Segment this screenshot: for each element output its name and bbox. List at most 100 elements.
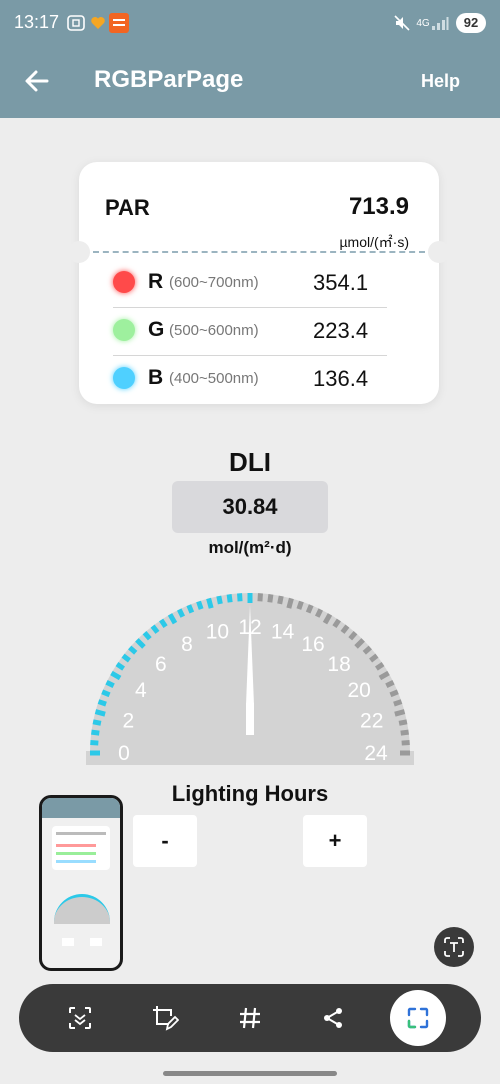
thumb-line xyxy=(56,832,106,835)
gauge-tick xyxy=(94,709,106,717)
gauge-tick-label: 16 xyxy=(301,633,324,656)
heart-status-icon xyxy=(89,13,107,33)
page-title: RGBParPage xyxy=(94,66,244,93)
par-unit: µmol/(㎡·s) xyxy=(339,234,409,250)
screenshot-thumbnail[interactable] xyxy=(39,795,123,971)
gauge-tick xyxy=(105,679,115,689)
gauge-tick xyxy=(277,595,284,605)
increment-button[interactable]: + xyxy=(303,815,367,867)
gauge-tick xyxy=(394,709,406,717)
text-scan-button[interactable] xyxy=(434,927,474,967)
gauge-tick-label: 18 xyxy=(327,653,350,676)
gauge-tick xyxy=(97,699,107,707)
dli-title: DLI xyxy=(229,447,271,477)
gauge-tick xyxy=(314,608,324,618)
card-notch-left xyxy=(68,241,90,263)
gauge-tick xyxy=(237,593,243,602)
help-button[interactable]: Help xyxy=(421,71,460,92)
channel-row-r: R (600~700nm) 354.1 xyxy=(113,260,387,308)
gauge-tick-label: 20 xyxy=(347,679,370,702)
gauge-tick xyxy=(296,600,304,610)
gauge-tick-label: 8 xyxy=(181,633,193,656)
app-bar: RGBParPage Help xyxy=(0,46,500,118)
par-value: 713.9 xyxy=(348,193,409,220)
gauge-tick xyxy=(101,689,111,698)
gauge-tick xyxy=(400,729,409,736)
hash-icon[interactable] xyxy=(230,998,270,1038)
gauge-tick xyxy=(393,699,403,707)
channel-range: (600~700nm) xyxy=(169,274,259,291)
channel-range: (400~500nm) xyxy=(169,370,259,387)
battery-indicator: 92 xyxy=(456,13,486,33)
gauge-tick xyxy=(257,593,263,602)
gauge-tick-label: 0 xyxy=(118,742,130,765)
gauge-tick-label: 6 xyxy=(155,653,167,676)
edit-crop-icon[interactable] xyxy=(145,998,185,1038)
thumb-line xyxy=(56,852,96,855)
lighting-hours-gauge[interactable]: 024681012141618202224 xyxy=(80,575,420,765)
channel-letter: B xyxy=(148,366,164,389)
thumb-button xyxy=(90,938,102,946)
screenshot-status-icon xyxy=(66,13,86,33)
home-indicator xyxy=(163,1071,337,1076)
channel-value: 354.1 xyxy=(313,270,369,295)
gauge-tick xyxy=(186,604,195,614)
card-notch-right xyxy=(428,241,450,263)
status-time: 13:17 xyxy=(14,12,60,32)
gauge-tick-label: 4 xyxy=(135,679,147,702)
mute-icon xyxy=(393,13,411,33)
thumb-line xyxy=(56,844,96,847)
thumb-card xyxy=(52,826,110,870)
thumb-line xyxy=(56,860,96,863)
green-dot-icon xyxy=(113,319,135,341)
gauge-tick xyxy=(267,594,274,603)
dli-value-box: 30.84 xyxy=(172,481,328,533)
channel-range: (500~600nm) xyxy=(169,322,259,339)
channel-row-g: G (500~600nm) 223.4 xyxy=(113,308,387,356)
gauge-tick xyxy=(385,679,395,689)
gauge-tick xyxy=(216,595,223,605)
thumb-gauge xyxy=(54,894,110,924)
gauge-tick xyxy=(389,689,399,698)
gauge-tick xyxy=(196,600,204,610)
gauge-tick xyxy=(305,604,314,614)
gauge-tick xyxy=(92,719,102,726)
gauge-tick xyxy=(286,597,294,609)
channel-letter: G xyxy=(148,318,165,341)
decrement-button[interactable]: - xyxy=(133,815,197,867)
gauge-tick xyxy=(91,729,100,736)
thumb-button xyxy=(62,938,74,946)
par-card: PAR 713.9 µmol/(㎡·s) R (600~700nm) 354.1… xyxy=(68,162,450,404)
blue-dot-icon xyxy=(113,367,135,389)
channel-letter: R xyxy=(148,270,164,293)
channel-value: 136.4 xyxy=(313,366,369,391)
scan-icon[interactable] xyxy=(60,998,100,1038)
gauge-tick xyxy=(226,594,233,603)
gauge-tick xyxy=(401,740,410,746)
dli-unit: mol/(m²·d) xyxy=(208,538,292,557)
status-bar: 13:17 4G 92 xyxy=(0,0,500,46)
screenshot-frame-icon[interactable] xyxy=(390,990,446,1046)
gauge-tick xyxy=(90,740,99,746)
gauge-tick-label: 2 xyxy=(122,709,134,732)
text-scan-icon xyxy=(444,937,464,957)
share-icon[interactable] xyxy=(313,998,353,1038)
gauge-tick xyxy=(176,608,186,618)
gauge-tick-label: 14 xyxy=(271,620,295,643)
gauge-tick xyxy=(206,597,214,609)
app-notification-icon xyxy=(109,13,129,33)
gauge-tick xyxy=(398,719,408,726)
gauge-needle-base xyxy=(246,703,254,735)
red-dot-icon xyxy=(113,271,135,293)
thumb-appbar xyxy=(42,798,120,818)
network-label: 4G xyxy=(416,17,430,29)
screenshot-toolbar xyxy=(19,984,481,1052)
channel-value: 223.4 xyxy=(313,318,369,343)
gauge-tick-label: 10 xyxy=(206,620,229,643)
back-arrow-icon[interactable] xyxy=(22,66,52,96)
signal-icon xyxy=(431,13,449,33)
gauge-tick-label: 24 xyxy=(364,742,388,765)
par-label: PAR xyxy=(105,195,150,220)
gauge-tick-label: 22 xyxy=(360,709,383,732)
channel-row-b: B (400~500nm) 136.4 xyxy=(113,356,387,404)
